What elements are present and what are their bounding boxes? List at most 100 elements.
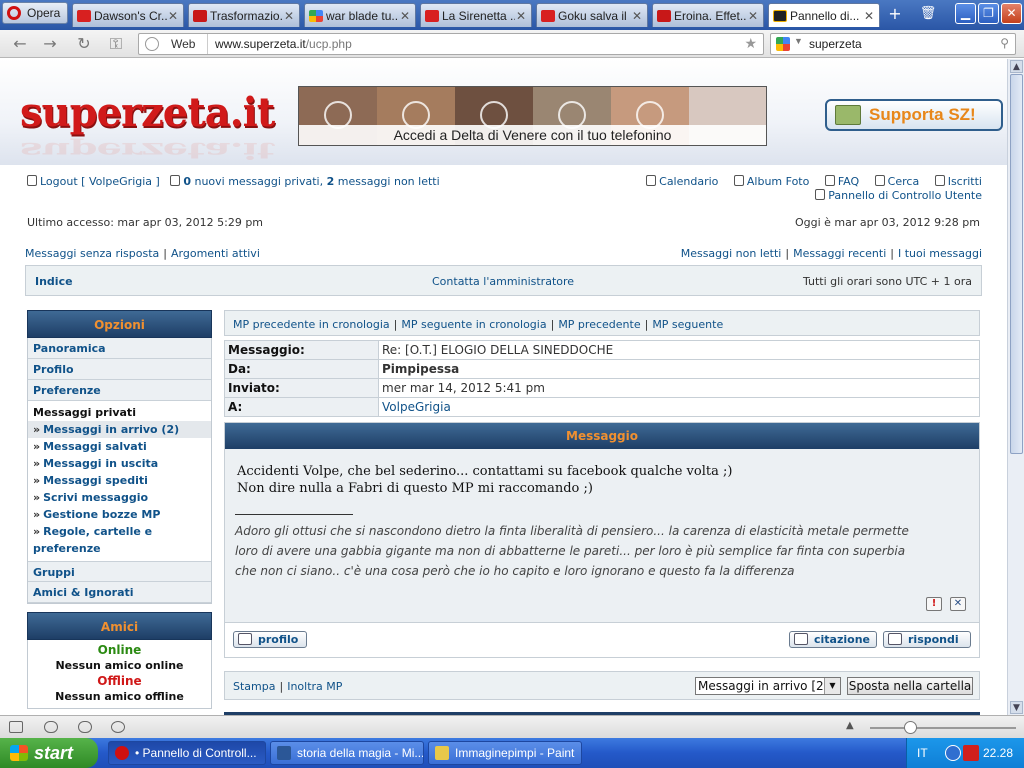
chevron-down-icon[interactable]: ▼ xyxy=(794,36,803,46)
nav-user-control-panel[interactable]: Pannello di Controllo Utente xyxy=(828,189,982,202)
windows-logo-icon xyxy=(10,745,28,761)
move-to-folder-button[interactable]: Sposta nella cartella xyxy=(847,677,973,695)
browser-tab[interactable]: La Sirenetta ... ✕ xyxy=(420,3,532,27)
browser-tab[interactable]: Trasformazio... ✕ xyxy=(188,3,300,27)
site-logo[interactable]: superzeta.it xyxy=(20,89,275,136)
reload-icon[interactable]: ↻ xyxy=(74,34,94,54)
unite-icon[interactable] xyxy=(78,721,92,733)
index-link[interactable]: Indice xyxy=(35,275,73,288)
sidebar-item-overview[interactable]: Panoramica xyxy=(28,338,211,359)
chevron-up-icon[interactable]: ▲ xyxy=(846,720,854,731)
logout-link[interactable]: Logout [ VolpeGrigia ] xyxy=(40,175,160,188)
sidebar-item-groups[interactable]: Gruppi xyxy=(28,561,211,582)
close-tab-icon[interactable]: ✕ xyxy=(747,9,759,23)
sidebar-item-saved[interactable]: » Messaggi salvati xyxy=(28,438,211,455)
profile-button[interactable]: profilo xyxy=(233,631,308,648)
chevron-down-icon[interactable]: ▼ xyxy=(824,678,840,694)
nav-search[interactable]: Cerca xyxy=(888,175,920,188)
pm-next-link[interactable]: MP seguente xyxy=(652,318,723,331)
close-tab-icon[interactable]: ✕ xyxy=(515,9,527,23)
browser-tab-active[interactable]: Pannello di... ✕ xyxy=(768,3,880,27)
language-indicator[interactable]: IT xyxy=(917,746,928,760)
browser-tab[interactable]: Goku salva il ... ✕ xyxy=(536,3,648,27)
support-button[interactable]: Supporta SZ! xyxy=(825,99,1003,131)
unanswered-link[interactable]: Messaggi senza risposta xyxy=(25,247,159,260)
back-arrow-icon[interactable] xyxy=(945,745,961,761)
turbo-icon[interactable] xyxy=(111,721,125,733)
sidebar-item-inbox[interactable]: » Messaggi in arrivo (2) xyxy=(28,421,211,438)
scroll-up-icon[interactable]: ▲ xyxy=(1010,60,1023,73)
meta-from[interactable]: Pimpipessa xyxy=(378,359,980,379)
report-icon[interactable]: ! xyxy=(926,597,942,611)
minimize-icon[interactable]: ▁ xyxy=(955,3,976,24)
zoom-slider[interactable] xyxy=(870,727,1016,729)
sidebar-item-outbox[interactable]: » Messaggi in uscita xyxy=(28,455,211,472)
pm-next-history-link[interactable]: MP seguente in cronologia xyxy=(401,318,546,331)
close-tab-icon[interactable]: ✕ xyxy=(399,9,411,23)
sidebar-item-friends-foes[interactable]: Amici & Ignorati xyxy=(28,582,211,603)
restore-icon[interactable]: ❐ xyxy=(978,3,999,24)
forward-link[interactable]: Inoltra MP xyxy=(287,680,342,693)
scrollbar-thumb[interactable] xyxy=(1010,74,1023,454)
nav-members[interactable]: Iscritti xyxy=(948,175,982,188)
gmail-icon[interactable] xyxy=(963,745,979,761)
zoom-slider-handle[interactable] xyxy=(904,721,917,734)
search-field[interactable]: ▼ superzeta ⚲ xyxy=(770,33,1016,55)
address-url[interactable]: www.superzeta.it/ucp.php xyxy=(215,37,352,51)
close-tab-icon[interactable]: ✕ xyxy=(631,9,643,23)
opera-menu-label: Opera xyxy=(27,6,61,20)
contact-admin-link[interactable]: Contatta l'amministratore xyxy=(432,275,574,288)
trash-icon[interactable]: 🗑 xyxy=(918,4,938,24)
reply-button[interactable]: rispondi xyxy=(883,631,971,648)
google-icon[interactable] xyxy=(776,37,790,51)
key-icon[interactable]: ⚿ xyxy=(106,34,126,54)
tab-title: La Sirenetta ... xyxy=(442,8,515,23)
unread-posts-link[interactable]: Messaggi non letti xyxy=(681,247,782,260)
taskbar-item[interactable]: storia della magia - Mi... xyxy=(270,741,424,765)
nav-calendar[interactable]: Calendario xyxy=(659,175,718,188)
folder-select[interactable]: Messaggi in arrivo [2] ▼ xyxy=(695,677,841,695)
active-topics-link[interactable]: Argomenti attivi xyxy=(171,247,260,260)
taskbar-item[interactable]: Immaginepimpi - Paint xyxy=(428,741,582,765)
start-button[interactable]: start xyxy=(0,738,98,768)
pm-status-link[interactable]: 0 nuovi messaggi privati, 2 messaggi non… xyxy=(183,175,439,188)
sidebar-item-profile[interactable]: Profilo xyxy=(28,359,211,380)
cloud-icon[interactable] xyxy=(44,721,58,733)
delete-icon[interactable]: ✕ xyxy=(950,597,966,611)
close-tab-icon[interactable]: ✕ xyxy=(863,9,875,23)
nav-album[interactable]: Album Foto xyxy=(747,175,809,188)
browser-tab[interactable]: Eroina. Effet... ✕ xyxy=(652,3,764,27)
close-window-icon[interactable]: ✕ xyxy=(1001,3,1022,24)
sidebar-item-rules[interactable]: » Regole, cartelle e preferenze xyxy=(28,523,211,561)
sidebar-item-drafts[interactable]: » Gestione bozze MP xyxy=(28,506,211,523)
sidebar-item-sent[interactable]: » Messaggi spediti xyxy=(28,472,211,489)
back-icon[interactable]: ← xyxy=(10,34,30,54)
sidebar-item-preferences[interactable]: Preferenze xyxy=(28,380,211,401)
new-posts-link[interactable]: Messaggi recenti xyxy=(793,247,886,260)
panel-toggle-icon[interactable] xyxy=(9,721,23,733)
bookmark-star-icon[interactable]: ★ xyxy=(744,35,757,52)
meta-to[interactable]: VolpeGrigia xyxy=(378,397,980,417)
search-query[interactable]: superzeta xyxy=(809,37,862,51)
opera-menu-button[interactable]: Opera xyxy=(2,2,68,24)
close-tab-icon[interactable]: ✕ xyxy=(283,9,295,23)
vertical-scrollbar[interactable]: ▲ ▼ xyxy=(1007,59,1024,715)
ad-banner[interactable]: Accedi a Delta di Venere con il tuo tele… xyxy=(298,86,767,146)
taskbar-item[interactable]: • Pannello di Controll... xyxy=(108,741,266,765)
your-posts-link[interactable]: I tuoi messaggi xyxy=(898,247,982,260)
pm-prev-history-link[interactable]: MP precedente in cronologia xyxy=(233,318,390,331)
forward-icon[interactable]: → xyxy=(40,34,60,54)
scroll-down-icon[interactable]: ▼ xyxy=(1010,701,1023,714)
search-icon[interactable]: ⚲ xyxy=(1000,36,1009,50)
browser-tab[interactable]: war blade tu... ✕ xyxy=(304,3,416,27)
print-link[interactable]: Stampa xyxy=(233,680,275,693)
close-tab-icon[interactable]: ✕ xyxy=(167,9,179,23)
quote-button[interactable]: citazione xyxy=(789,631,877,648)
browser-tab[interactable]: Dawson's Cr... ✕ xyxy=(72,3,184,27)
new-tab-icon[interactable]: + xyxy=(884,4,906,24)
nav-faq[interactable]: FAQ xyxy=(838,175,859,188)
pm-prev-link[interactable]: MP precedente xyxy=(558,318,640,331)
sidebar-item-label: Messaggi spediti xyxy=(43,474,148,487)
address-field[interactable]: Web www.superzeta.it/ucp.php ★ xyxy=(138,33,764,55)
sidebar-item-compose[interactable]: » Scrivi messaggio xyxy=(28,489,211,506)
